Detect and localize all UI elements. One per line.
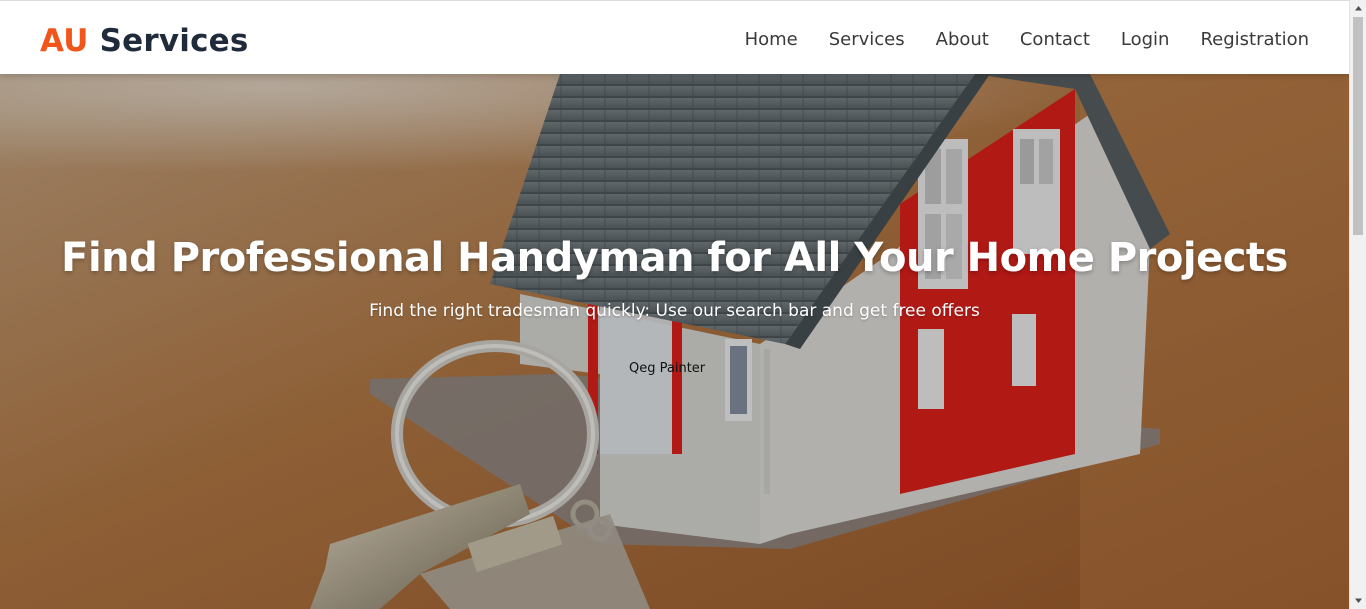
page-viewport: AU Services Home Services About Contact … [0,0,1349,609]
hero-title: Find Professional Handyman for All Your … [61,235,1288,281]
brand-logo[interactable]: AU Services [40,21,249,61]
nav-link-contact[interactable]: Contact [1020,27,1090,53]
brand-logo-au: AU [40,23,89,59]
nav-link-login[interactable]: Login [1121,27,1170,53]
vertical-scrollbar[interactable] [1349,0,1366,609]
nav-link-about[interactable]: About [936,27,989,53]
brand-logo-services: Services [99,23,249,59]
site-header: AU Services Home Services About Contact … [0,0,1349,74]
nav-link-services[interactable]: Services [829,27,905,53]
main-nav: Home Services About Contact Login Regist… [745,27,1309,53]
nav-link-home[interactable]: Home [745,27,798,53]
scroll-up-icon[interactable] [1350,0,1366,17]
nav-link-registration[interactable]: Registration [1200,27,1309,53]
hero-subtitle: Find the right tradesman quickly: Use ou… [369,301,980,321]
scrollbar-thumb[interactable] [1353,17,1363,235]
scroll-down-icon[interactable] [1350,592,1366,609]
search-input[interactable]: Qeg Painter [629,359,705,379]
hero-overlay [0,74,1349,609]
hero-section: Find Professional Handyman for All Your … [0,74,1349,609]
